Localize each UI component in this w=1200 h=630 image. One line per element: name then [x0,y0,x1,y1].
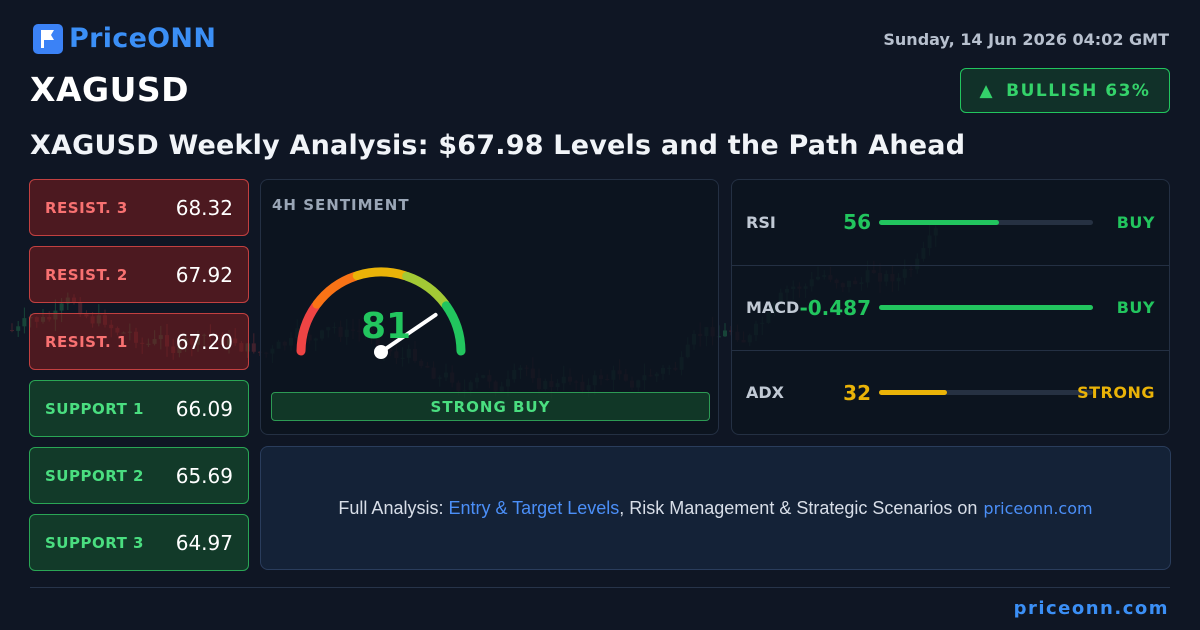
gauge-segment [402,271,450,309]
level-label: RESIST. 1 [45,332,128,351]
gauge-segment [441,301,466,356]
indicator-name: RSI [746,212,776,232]
level-label: RESIST. 3 [45,198,128,217]
level-label: SUPPORT 1 [45,399,144,418]
gauge-hub [374,345,388,359]
indicator-value: 32 [843,380,871,405]
footer-site-link[interactable]: priceonn.com [1014,598,1169,619]
brand-name: PriceONN [69,23,217,54]
sentiment-panel: 4H SENTIMENT 81 STRONG BUY [260,179,719,435]
brand-logo[interactable]: PriceONN [33,23,216,54]
indicator-signal: BUY [1116,298,1155,317]
indicator-bar-fill [879,305,1093,310]
level-label: SUPPORT 3 [45,533,144,552]
indicator-bar-fill [879,219,999,225]
ticker-symbol: XAGUSD [30,70,190,109]
level-value: 65.69 [175,463,233,488]
bullish-badge: ▲ BULLISH 63% [960,68,1170,113]
indicator-adx: ADX 32 STRONG [732,350,1169,434]
page-title: XAGUSD Weekly Analysis: $67.98 Levels an… [30,130,966,161]
triangle-up-icon: ▲ [979,80,995,101]
footer-divider [30,587,1170,588]
sentiment-signal: STRONG BUY [271,392,710,421]
gauge-segment [312,271,360,309]
flag-icon [33,23,63,54]
sentiment-title: 4H SENTIMENT [272,196,410,214]
indicator-name: MACD [746,298,800,317]
timestamp: Sunday, 14 Jun 2026 04:02 GMT [883,30,1169,49]
indicator-value: -0.487 [799,295,871,320]
level-value: 66.09 [175,396,233,421]
level-support-3: SUPPORT 3 64.97 [29,514,249,571]
gauge-segment [296,301,321,356]
indicator-signal: STRONG [1077,383,1155,402]
indicators-panel: RSI 56 BUY MACD -0.487 BUY ADX 32 STRONG [731,179,1170,435]
level-resist-2: RESIST. 2 67.92 [29,246,249,303]
gauge-segment [352,267,410,281]
level-value: 64.97 [175,530,233,555]
sentiment-score: 81 [361,306,412,347]
level-support-1: SUPPORT 1 66.09 [29,380,249,437]
indicator-bar [879,390,1093,395]
level-value: 67.92 [175,262,233,287]
indicator-name: ADX [746,383,784,402]
cta-site-link[interactable]: priceonn.com [983,499,1092,518]
indicator-bar-fill [879,390,948,395]
level-value: 67.20 [175,329,233,354]
cta-highlight-link[interactable]: Entry & Target Levels [448,498,619,519]
indicator-rsi: RSI 56 BUY [732,180,1169,264]
level-resist-3: RESIST. 3 68.32 [29,179,249,236]
indicator-bar [879,219,1093,225]
indicator-macd: MACD -0.487 BUY [732,265,1169,349]
indicator-signal: BUY [1116,212,1155,232]
badge-label: BULLISH 63% [1006,80,1151,101]
cta-middle: , Risk Management & Strategic Scenarios … [619,497,978,518]
cta-prefix: Full Analysis: [338,497,444,518]
indicator-bar [879,305,1093,310]
level-resist-1: RESIST. 1 67.20 [29,313,249,370]
level-value: 68.32 [175,195,233,220]
level-support-2: SUPPORT 2 65.69 [29,447,249,504]
full-analysis-banner[interactable]: Full Analysis: Entry & Target Levels, Ri… [260,446,1171,570]
level-label: SUPPORT 2 [45,466,144,485]
indicator-value: 56 [843,210,871,234]
price-levels: RESIST. 3 68.32 RESIST. 2 67.92 RESIST. … [29,179,249,581]
level-label: RESIST. 2 [45,265,128,284]
